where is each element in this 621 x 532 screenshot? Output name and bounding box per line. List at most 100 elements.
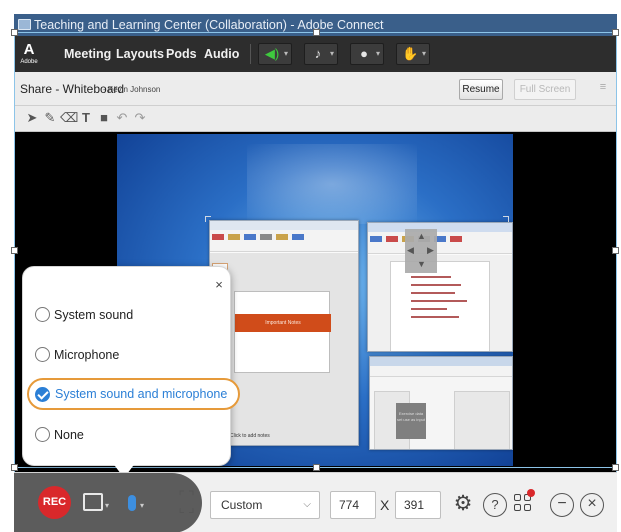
dialog-right-panel — [454, 391, 510, 449]
arrow-left-icon: ◀ — [407, 245, 414, 255]
resize-handle[interactable] — [612, 247, 619, 254]
minimize-icon[interactable]: − — [550, 493, 574, 517]
microphone-icon[interactable] — [128, 495, 136, 511]
screenshot-stage: Teaching and Learning Center (Collaborat… — [0, 0, 621, 532]
chevron-down-icon: ▾ — [421, 49, 426, 58]
notification-badge — [527, 489, 535, 497]
option-system-sound-and-microphone[interactable]: System sound and microphone — [27, 378, 240, 410]
slide-notes: Click to add notes — [230, 433, 270, 439]
resize-handle[interactable] — [313, 464, 320, 471]
selection-corner — [205, 216, 211, 222]
menu-pods[interactable]: Pods — [166, 36, 197, 72]
word-workspace — [368, 255, 512, 351]
resize-handle[interactable] — [11, 29, 18, 36]
record-button[interactable]: REC — [38, 486, 71, 519]
menu-separator — [250, 44, 251, 64]
arrow-right-icon: ▶ — [427, 245, 434, 255]
resize-handle[interactable] — [313, 29, 320, 36]
chevron-down-icon[interactable]: ▾ — [140, 501, 144, 510]
arrow-down-icon: ▼ — [417, 259, 426, 269]
apps-grid-icon[interactable] — [514, 489, 535, 514]
microphone-button[interactable]: ♪ ▾ — [304, 43, 338, 65]
chevron-down-icon: ⌵ — [303, 499, 311, 510]
height-input[interactable]: 391 — [395, 491, 441, 519]
menu-layouts[interactable]: Layouts — [116, 36, 164, 72]
dialog-content: Exercise data set use as input — [370, 377, 512, 449]
resume-button[interactable]: Resume — [459, 79, 503, 100]
speaker-button[interactable]: ◀) ▾ — [258, 43, 292, 65]
option-microphone[interactable]: Microphone — [33, 343, 213, 367]
undo-icon[interactable]: ↶ — [114, 110, 130, 126]
screen-source-icon[interactable] — [83, 493, 103, 511]
window-title: Teaching and Learning Center (Collaborat… — [34, 18, 384, 32]
checked-radio-icon[interactable] — [35, 387, 50, 402]
select-arrow-icon[interactable]: ➤ — [24, 110, 40, 126]
webcam-button[interactable]: ● ▾ — [350, 43, 384, 65]
window-titlebar — [370, 357, 512, 366]
window-titlebar — [368, 223, 512, 232]
dialog-highlight-box: Exercise data set use as input — [396, 403, 426, 439]
window-ribbon — [368, 232, 512, 254]
webcam-icon: ● — [360, 46, 368, 61]
resize-handle[interactable] — [11, 247, 18, 254]
pencil-icon[interactable]: ✎ — [42, 110, 58, 126]
text-tool-icon[interactable]: T — [78, 110, 94, 126]
menu-meeting[interactable]: Meeting — [64, 36, 111, 72]
desktop-wallpaper-glow — [247, 144, 417, 224]
powerpoint-window[interactable]: Important Notes Click to add notes — [209, 220, 359, 446]
selection-corner — [503, 216, 509, 222]
move-handle[interactable]: ▲ ◀ ▶ ▼ — [405, 229, 437, 273]
size-preset-value: Custom — [221, 498, 263, 512]
current-slide: Important Notes — [234, 291, 331, 373]
chevron-down-icon[interactable]: ▾ — [105, 501, 109, 510]
share-pod-header: Share - Whiteboard - Kevin Johnson Resum… — [14, 72, 617, 106]
full-screen-button[interactable]: Full Screen — [514, 79, 576, 100]
option-label: System sound and microphone — [55, 387, 228, 401]
radio-button[interactable] — [35, 427, 50, 442]
close-icon[interactable]: × — [212, 278, 226, 292]
expand-icon[interactable]: ⌜⌝ ⌞⌟ — [177, 489, 199, 514]
pod-options-icon[interactable]: ≡ — [595, 81, 611, 97]
option-label: Microphone — [54, 348, 120, 362]
chevron-down-icon: ▾ — [329, 49, 334, 58]
resize-handle[interactable] — [612, 464, 619, 471]
arrow-up-icon: ▲ — [417, 231, 426, 241]
adobe-logo-word: Adobe — [20, 59, 38, 65]
chevron-down-icon: ▾ — [375, 49, 380, 58]
raise-hand-button[interactable]: ✋ ▾ — [396, 43, 430, 65]
option-system-sound[interactable]: System sound — [33, 303, 213, 327]
resize-handle[interactable] — [11, 464, 18, 471]
audio-source-popup: × System sound Microphone System sound a… — [22, 266, 240, 466]
dialog-window[interactable]: Exercise data set use as input — [369, 356, 513, 450]
radio-button[interactable] — [35, 347, 50, 362]
option-label: None — [54, 428, 84, 442]
word-window[interactable] — [367, 222, 513, 352]
close-icon[interactable]: × — [580, 493, 604, 517]
shape-tool-icon[interactable]: ■ — [96, 110, 112, 126]
adobe-logo-letter: A — [23, 41, 35, 58]
window-ribbon — [210, 230, 358, 252]
whiteboard-toolbar: ➤ ✎ ⌫ T ■ ↶ ↷ — [14, 106, 617, 132]
eraser-icon[interactable]: ⌫ — [60, 110, 78, 126]
menu-audio[interactable]: Audio — [204, 36, 239, 72]
option-label: System sound — [54, 308, 134, 322]
app-window-icon — [18, 19, 31, 30]
size-preset-select[interactable]: Custom ⌵ — [210, 491, 320, 519]
pod-presenter: - Kevin Johnson — [103, 85, 161, 94]
recording-toolbar: REC ▾ ▾ ⌜⌝ ⌞⌟ Custom ⌵ 774 X 391 ⚙ ? − × — [14, 472, 617, 532]
document-page — [390, 261, 490, 351]
redo-icon[interactable]: ↷ — [132, 110, 148, 126]
resize-handle[interactable] — [612, 29, 619, 36]
width-input[interactable]: 774 — [330, 491, 376, 519]
connect-menu-bar: A Adobe Meeting Layouts Pods Audio ◀) ▾ ♪… — [14, 36, 617, 72]
window-menu-strip — [370, 366, 512, 377]
radio-button[interactable] — [35, 307, 50, 322]
help-icon[interactable]: ? — [483, 493, 507, 517]
powerpoint-workspace: Important Notes Click to add notes — [210, 253, 358, 445]
chevron-down-icon: ▾ — [283, 49, 288, 58]
adobe-logo: A Adobe — [20, 41, 38, 67]
gear-icon[interactable]: ⚙ — [451, 492, 475, 516]
option-none[interactable]: None — [33, 423, 213, 447]
dimension-separator: X — [380, 497, 390, 513]
speaker-icon: ◀) — [264, 46, 280, 61]
